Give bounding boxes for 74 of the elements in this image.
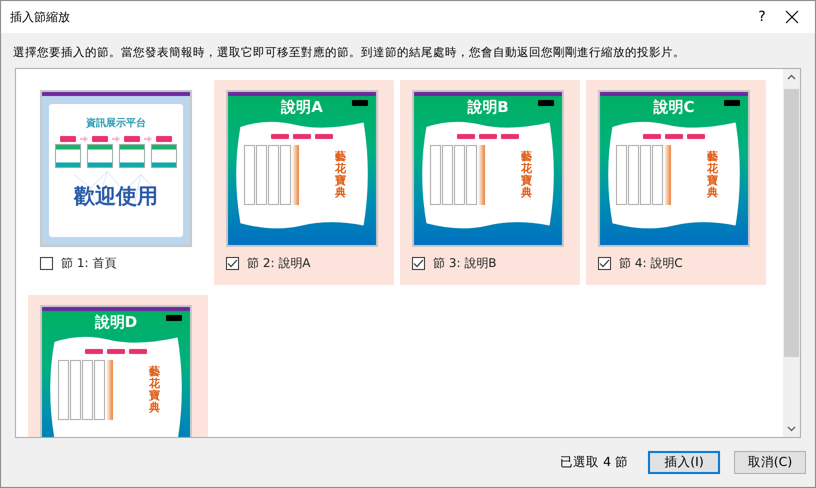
gradient-bar — [292, 145, 299, 205]
gradient-bar — [478, 145, 485, 205]
section-label: 節 4: 說明C — [619, 255, 683, 272]
section-tile[interactable]: 說明D 藝花寶典 — [28, 295, 208, 437]
arrow-icon — [112, 136, 120, 142]
scroll-panel — [70, 360, 81, 420]
arrow-icon — [144, 136, 152, 142]
tag-chip — [643, 134, 661, 139]
scroll-up-icon[interactable] — [787, 73, 796, 82]
gradient-bar — [106, 360, 113, 420]
tag-chip — [60, 136, 76, 142]
scroll-panel — [82, 360, 93, 420]
scroll-panel — [640, 145, 651, 205]
tag-chip — [156, 136, 172, 142]
tag-chip — [92, 136, 108, 142]
scroll-panel — [430, 145, 441, 205]
tag-chip — [687, 134, 705, 139]
slide-title: 說明B — [467, 98, 509, 116]
tag-chip — [129, 349, 147, 354]
arrow-icon — [80, 136, 88, 142]
scroll-panel — [94, 360, 105, 420]
tag-chip — [124, 136, 140, 142]
slide-title: 資訊展示平台 — [86, 116, 146, 130]
slide-miniature — [55, 144, 81, 168]
slide-title: 說明D — [94, 312, 138, 332]
instruction-text: 選擇您要插入的節。當您發表簡報時，選取它即可移至對應的節。到達節的結尾處時，您會自動返回您剛剛進行縮放的投影片。 — [13, 45, 686, 60]
vertical-title: 藝花寶典 — [707, 151, 718, 202]
checkbox[interactable] — [598, 257, 611, 270]
slide-button — [166, 315, 182, 321]
checkbox[interactable] — [226, 257, 239, 270]
slide-title: 說明A — [281, 98, 323, 116]
section-label: 節 3: 說明B — [433, 255, 497, 272]
scroll-panel — [466, 145, 477, 205]
scroll-panel — [280, 145, 291, 205]
scroll-panel — [442, 145, 453, 205]
checkbox[interactable] — [40, 257, 53, 270]
tag-chip — [501, 134, 519, 139]
scroll-panel — [268, 145, 279, 205]
vertical-title: 藝花寶典 — [149, 366, 160, 416]
slide-heading: 歡迎使用 — [74, 183, 158, 210]
window-title: 插入節縮放 — [10, 8, 71, 26]
tag-chip — [107, 349, 125, 354]
slide-miniature — [119, 144, 145, 168]
section-label: 節 1: 首頁 — [61, 255, 116, 272]
section-label: 節 2: 說明A — [247, 255, 311, 272]
tag-chip — [665, 134, 683, 139]
tag-chip — [479, 134, 497, 139]
scroll-panel — [256, 145, 267, 205]
insert-button[interactable]: 插入(I) — [648, 451, 720, 474]
scroll-panel — [628, 145, 639, 205]
scroll-panel — [244, 145, 255, 205]
close-icon[interactable] — [785, 10, 799, 24]
checkbox[interactable] — [412, 257, 425, 270]
tag-chip — [293, 134, 311, 139]
vertical-title: 藝花寶典 — [521, 151, 532, 202]
gradient-bar — [664, 145, 671, 205]
tag-chip — [85, 349, 103, 354]
scroll-panel — [58, 360, 69, 420]
slide-title: 說明C — [653, 98, 694, 116]
slide-miniature — [151, 144, 177, 168]
scroll-thumb[interactable] — [784, 89, 799, 357]
tag-chip — [315, 134, 333, 139]
cancel-button[interactable]: 取消(C) — [734, 451, 806, 474]
slide-miniature — [87, 144, 113, 168]
scroll-panel — [454, 145, 465, 205]
scroll-panel — [652, 145, 663, 205]
vertical-title: 藝花寶典 — [335, 151, 346, 202]
selection-count: 已選取 4 節 — [560, 454, 628, 471]
help-button[interactable]: ? — [739, 9, 785, 25]
tag-chip — [271, 134, 289, 139]
scroll-panel — [616, 145, 627, 205]
scrollbar[interactable] — [783, 69, 800, 437]
tag-chip — [457, 134, 475, 139]
scroll-down-icon[interactable] — [787, 424, 796, 433]
